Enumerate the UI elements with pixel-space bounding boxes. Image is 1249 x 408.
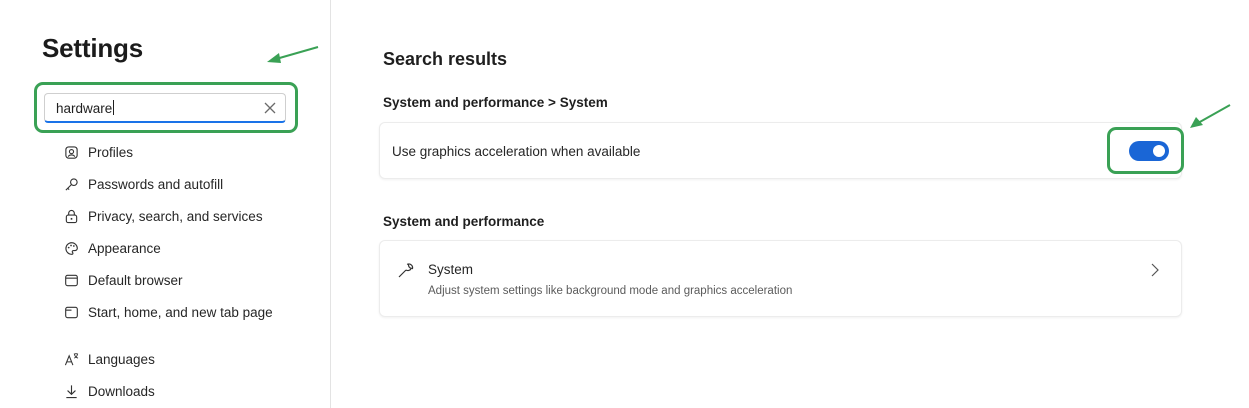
- languages-icon: [63, 351, 79, 367]
- palette-icon: [63, 240, 79, 256]
- section-heading: System and performance: [383, 214, 545, 229]
- search-input-value: hardware: [56, 101, 113, 116]
- graphics-acceleration-card: Use graphics acceleration when available: [379, 122, 1182, 179]
- link-title: System: [428, 262, 474, 277]
- sidebar-item-label: Profiles: [88, 144, 134, 160]
- toggle-knob: [1153, 145, 1165, 157]
- profile-icon: [63, 144, 79, 160]
- chevron-right-icon: [1151, 263, 1159, 277]
- setting-label: Use graphics acceleration when available: [392, 144, 641, 159]
- link-description: Adjust system settings like background m…: [428, 285, 793, 297]
- main-content: Search results System and performance > …: [332, 0, 1249, 408]
- search-field[interactable]: hardware: [44, 93, 286, 123]
- lock-icon: [63, 208, 79, 224]
- results-title: Search results: [383, 49, 508, 69]
- sidebar-item-start-home[interactable]: Start, home, and new tab page: [63, 301, 273, 323]
- wrench-icon: [398, 263, 414, 278]
- sidebar-item-passwords[interactable]: Passwords and autofill: [63, 173, 223, 195]
- annotation-arrow-icon: [1190, 104, 1231, 128]
- sidebar-item-downloads[interactable]: Downloads: [63, 380, 155, 402]
- download-icon: [63, 383, 79, 399]
- browser-icon: [63, 272, 79, 288]
- system-settings-link[interactable]: System Adjust system settings like backg…: [379, 240, 1182, 317]
- text-caret: [113, 100, 115, 115]
- close-icon[interactable]: [262, 100, 278, 116]
- sidebar-item-label: Default browser: [88, 272, 183, 288]
- sidebar-item-label: Privacy, search, and services: [88, 208, 263, 224]
- sidebar-item-label: Appearance: [88, 240, 161, 256]
- sidebar-item-appearance[interactable]: Appearance: [63, 237, 161, 259]
- sidebar-item-profiles[interactable]: Profiles: [63, 141, 133, 163]
- graphics-acceleration-toggle[interactable]: [1129, 141, 1169, 161]
- sidebar-item-privacy[interactable]: Privacy, search, and services: [63, 205, 263, 227]
- sidebar-item-languages[interactable]: Languages: [63, 348, 155, 370]
- sidebar-item-label: Start, home, and new tab page: [88, 304, 273, 320]
- sidebar-item-default-browser[interactable]: Default browser: [63, 269, 183, 291]
- sidebar-item-label: Languages: [88, 351, 155, 367]
- key-icon: [63, 176, 79, 192]
- sidebar-item-label: Downloads: [88, 383, 155, 399]
- breadcrumb: System and performance > System: [383, 95, 608, 110]
- page-title: Settings: [42, 33, 143, 63]
- search-input[interactable]: hardware: [56, 100, 115, 116]
- home-tab-icon: [63, 304, 79, 320]
- annotation-arrow-icon: [267, 46, 319, 63]
- sidebar-item-label: Passwords and autofill: [88, 176, 224, 192]
- search-highlight: hardware: [34, 82, 298, 133]
